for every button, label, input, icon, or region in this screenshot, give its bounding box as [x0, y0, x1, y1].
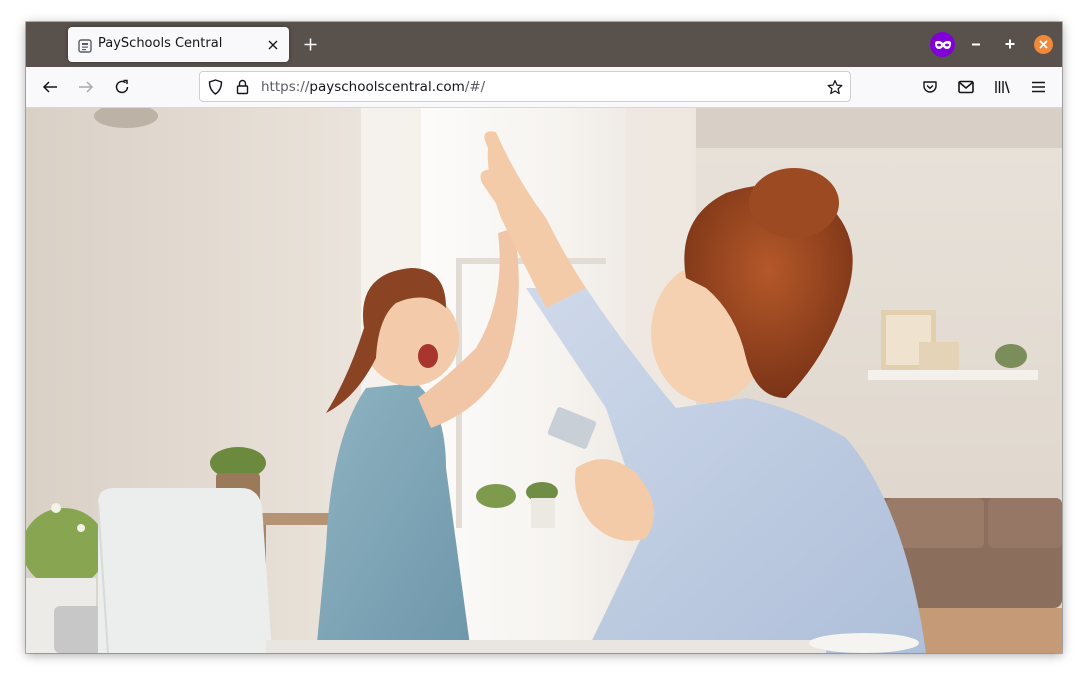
arrow-left-icon[interactable] [38, 75, 62, 99]
maximize-button[interactable] [1000, 34, 1020, 54]
lock-icon[interactable] [234, 79, 250, 95]
title-bar: PaySchools Central [26, 22, 1062, 67]
private-mask-icon [930, 32, 955, 57]
tab-title: PaySchools Central [98, 36, 223, 51]
close-tab-icon[interactable] [265, 37, 281, 53]
reload-icon[interactable] [110, 75, 134, 99]
hamburger-menu-icon[interactable] [1026, 75, 1050, 99]
hero-photo [26, 108, 1062, 653]
url-scheme: https:// [261, 79, 310, 95]
shield-icon[interactable] [207, 79, 223, 95]
library-icon[interactable] [990, 75, 1014, 99]
browser-window: PaySchools Central https://payschoolscen… [26, 22, 1062, 653]
url-path: /#/ [464, 79, 486, 95]
tab-payschools[interactable]: PaySchools Central [68, 27, 289, 62]
star-icon[interactable] [827, 79, 843, 95]
arrow-right-icon[interactable] [74, 75, 98, 99]
address-bar[interactable]: https://payschoolscentral.com/#/ [199, 71, 851, 102]
minimize-button[interactable] [966, 34, 986, 54]
url-host: payschoolscentral.com [309, 79, 465, 95]
page-content [26, 108, 1062, 653]
navigation-toolbar: https://payschoolscentral.com/#/ [26, 67, 1062, 108]
page-icon [78, 38, 92, 53]
url-text[interactable]: https://payschoolscentral.com/#/ [261, 79, 485, 95]
close-window-button[interactable] [1034, 35, 1053, 54]
pocket-icon[interactable] [918, 75, 942, 99]
envelope-icon[interactable] [954, 75, 978, 99]
new-tab-button[interactable] [298, 32, 322, 56]
